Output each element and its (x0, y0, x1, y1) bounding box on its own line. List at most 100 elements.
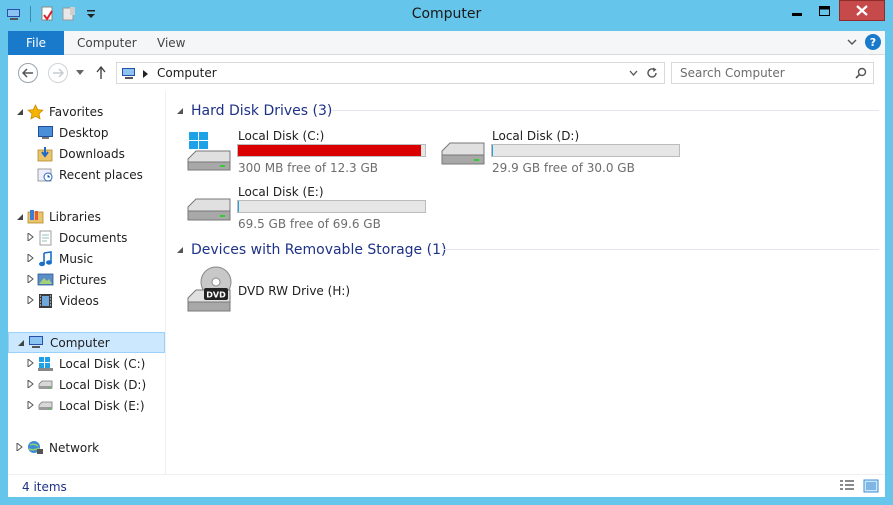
search-placeholder: Search Computer (680, 66, 785, 80)
minimize-button[interactable] (783, 0, 810, 21)
nav-local-disk-c[interactable]: Local Disk (C:) (27, 353, 145, 374)
star-icon (27, 103, 44, 120)
minimize-icon (791, 12, 802, 16)
libraries-icon (27, 210, 44, 224)
refresh-icon[interactable] (646, 67, 658, 79)
address-dropdown-icon[interactable] (629, 70, 638, 76)
expanded-chevron-icon[interactable] (176, 246, 184, 254)
address-bar[interactable]: Computer (116, 62, 665, 84)
collapsed-chevron-icon[interactable] (27, 233, 35, 241)
drive-icon (441, 142, 485, 165)
nav-desktop[interactable]: Desktop (37, 122, 109, 143)
nav-music-label: Music (59, 251, 94, 266)
large-icons-view-icon[interactable] (863, 479, 879, 493)
group-removable-storage[interactable]: Devices with Removable Storage (1) (176, 240, 446, 260)
nav-local-disk-c-label: Local Disk (C:) (59, 356, 146, 371)
music-icon (39, 250, 52, 266)
drive-c[interactable]: Local Disk (C:) 300 MB free of 12.3 GB (186, 129, 431, 177)
nav-local-disk-e[interactable]: Local Disk (E:) (27, 395, 145, 416)
nav-network-label: Network (49, 440, 100, 455)
nav-network[interactable]: Network (16, 437, 99, 458)
drive-c-free-space: 300 MB free of 12.3 GB (238, 161, 379, 175)
drive-icon (38, 401, 53, 410)
group-removable-storage-label: Devices with Removable Storage (1) (191, 242, 447, 258)
content-area: Favorites Desktop Downloads Recent place… (8, 91, 885, 474)
drive-e-free-space: 69.5 GB free of 69.6 GB (238, 217, 381, 231)
collapsed-chevron-icon[interactable] (27, 296, 35, 304)
collapsed-chevron-icon[interactable] (16, 443, 24, 451)
downloads-icon (37, 146, 53, 161)
network-icon (28, 440, 43, 454)
title-bar: Computer (0, 0, 893, 31)
ribbon-right-controls: ? (847, 34, 881, 50)
back-button[interactable] (18, 63, 38, 83)
expanded-chevron-icon[interactable] (16, 213, 24, 221)
collapsed-chevron-icon[interactable] (27, 254, 35, 262)
tab-file[interactable]: File (8, 31, 64, 55)
explorer-window: Computer File Computer View ? Computer S… (0, 0, 893, 505)
nav-documents[interactable]: Documents (27, 227, 127, 248)
drive-d-free-space: 29.9 GB free of 30.0 GB (492, 161, 635, 175)
drive-d[interactable]: Local Disk (D:) 29.9 GB free of 30.0 GB (440, 129, 685, 177)
collapsed-chevron-icon[interactable] (27, 401, 35, 409)
drive-e[interactable]: Local Disk (E:) 69.5 GB free of 69.6 GB (186, 185, 431, 233)
pictures-icon (37, 273, 54, 286)
nav-videos-label: Videos (59, 293, 99, 308)
nav-downloads-label: Downloads (59, 146, 125, 161)
navigation-pane: Favorites Desktop Downloads Recent place… (8, 91, 166, 474)
tab-computer[interactable]: Computer (77, 36, 137, 50)
expanded-chevron-icon[interactable] (176, 107, 184, 115)
ribbon: File Computer View ? (8, 31, 885, 55)
nav-recent-places[interactable]: Recent places (37, 164, 143, 185)
close-icon (856, 5, 868, 16)
dvd-drive[interactable]: DVD DVD RW Drive (H:) (186, 266, 431, 316)
expand-ribbon-icon[interactable] (847, 38, 857, 46)
nav-recent-places-label: Recent places (59, 167, 143, 182)
nav-libraries[interactable]: Libraries (16, 206, 101, 227)
nav-local-disk-d[interactable]: Local Disk (D:) (27, 374, 146, 395)
nav-computer-label: Computer (50, 335, 110, 350)
nav-computer[interactable]: Computer (8, 332, 165, 353)
drive-icon (187, 198, 231, 221)
recent-locations-icon[interactable] (76, 70, 84, 76)
nav-pictures[interactable]: Pictures (27, 269, 107, 290)
item-count: 4 items (22, 480, 67, 494)
group-hard-disk-drives-label: Hard Disk Drives (3) (191, 103, 333, 119)
group-hard-disk-drives[interactable]: Hard Disk Drives (3) (176, 101, 332, 121)
breadcrumb-computer[interactable]: Computer (157, 66, 217, 80)
nav-music[interactable]: Music (27, 248, 93, 269)
nav-desktop-label: Desktop (59, 125, 109, 140)
group-divider (331, 110, 879, 111)
help-icon[interactable]: ? (865, 34, 881, 50)
drive-e-name: Local Disk (E:) (238, 185, 324, 199)
window-title: Computer (411, 6, 482, 22)
details-view-icon[interactable] (839, 479, 855, 493)
nav-videos[interactable]: Videos (27, 290, 99, 311)
drive-d-name: Local Disk (D:) (492, 129, 580, 143)
forward-button[interactable] (48, 63, 68, 83)
forward-arrow-icon (53, 68, 64, 78)
search-icon[interactable] (855, 67, 867, 79)
documents-icon (39, 230, 52, 245)
collapsed-chevron-icon[interactable] (27, 275, 35, 283)
close-button[interactable] (839, 0, 885, 21)
main-pane: Hard Disk Drives (3) Local Disk (C:) 300… (166, 91, 885, 474)
drive-d-usage-bar (491, 144, 680, 157)
drive-c-usage-fill (238, 145, 421, 156)
collapsed-chevron-icon[interactable] (27, 359, 35, 367)
maximize-icon (819, 5, 830, 16)
up-arrow-icon[interactable] (96, 66, 106, 80)
nav-favorites[interactable]: Favorites (16, 101, 103, 122)
nav-downloads[interactable]: Downloads (37, 143, 125, 164)
maximize-button[interactable] (811, 0, 838, 21)
breadcrumb-chevron-icon[interactable] (143, 70, 148, 78)
videos-icon (39, 293, 52, 308)
search-box[interactable]: Search Computer (671, 62, 874, 84)
computer-icon (29, 336, 43, 348)
nav-local-disk-e-label: Local Disk (E:) (59, 398, 145, 413)
expanded-chevron-icon[interactable] (17, 339, 25, 347)
tab-view[interactable]: View (157, 36, 185, 50)
expanded-chevron-icon[interactable] (16, 108, 24, 116)
dvd-drive-icon: DVD (187, 266, 232, 312)
collapsed-chevron-icon[interactable] (27, 380, 35, 388)
